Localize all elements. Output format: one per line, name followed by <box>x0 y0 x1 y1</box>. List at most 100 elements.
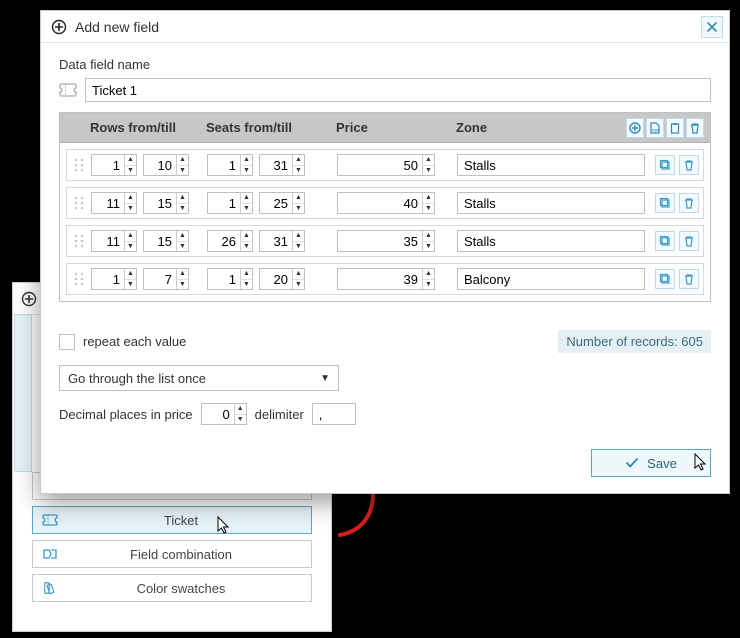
data-field-name-input[interactable] <box>85 78 711 102</box>
step-down[interactable]: ▼ <box>423 166 434 176</box>
step-down[interactable]: ▼ <box>177 204 188 214</box>
step-down[interactable]: ▼ <box>293 166 304 176</box>
delimiter-input[interactable] <box>312 403 356 425</box>
step-down[interactable]: ▼ <box>293 242 304 252</box>
row-from-stepper-input[interactable] <box>92 155 124 175</box>
step-down[interactable]: ▼ <box>241 204 252 214</box>
seat-till-stepper[interactable]: ▲▼ <box>259 268 305 290</box>
step-up[interactable]: ▲ <box>293 231 304 242</box>
delete-row-button[interactable] <box>679 269 699 289</box>
close-button[interactable] <box>701 16 723 38</box>
field-type-ticket[interactable]: Ticket <box>32 506 312 534</box>
step-down[interactable]: ▼ <box>423 204 434 214</box>
drag-handle-icon[interactable] <box>71 158 87 172</box>
seat-from-stepper-input[interactable] <box>208 231 240 251</box>
row-from-stepper[interactable]: ▲▼ <box>91 230 137 252</box>
delete-row-button[interactable] <box>679 193 699 213</box>
duplicate-row-button[interactable] <box>655 269 675 289</box>
row-till-stepper[interactable]: ▲▼ <box>143 230 189 252</box>
step-up[interactable]: ▲ <box>125 231 136 242</box>
step-down[interactable]: ▼ <box>125 280 136 290</box>
step-up[interactable]: ▲ <box>241 155 252 166</box>
step-up[interactable]: ▲ <box>177 155 188 166</box>
step-up[interactable]: ▲ <box>423 269 434 280</box>
step-up[interactable]: ▲ <box>423 155 434 166</box>
seat-from-stepper[interactable]: ▲▼ <box>207 230 253 252</box>
zone-input[interactable] <box>457 154 645 176</box>
price-stepper-input[interactable] <box>338 231 422 251</box>
decimal-places-stepper[interactable]: ▲▼ <box>201 403 247 425</box>
paste-button[interactable] <box>666 118 684 138</box>
zone-input[interactable] <box>457 230 645 252</box>
price-stepper-input[interactable] <box>338 269 422 289</box>
row-till-stepper-input[interactable] <box>144 155 176 175</box>
step-up[interactable]: ▲ <box>241 193 252 204</box>
step-up[interactable]: ▲ <box>177 231 188 242</box>
step-up[interactable]: ▲ <box>241 269 252 280</box>
field-type-color-swatches[interactable]: Color swatches <box>32 574 312 602</box>
step-up[interactable]: ▲ <box>423 231 434 242</box>
step-down[interactable]: ▼ <box>177 166 188 176</box>
drag-handle-icon[interactable] <box>71 272 87 286</box>
row-till-stepper-input[interactable] <box>144 269 176 289</box>
step-down[interactable]: ▼ <box>423 280 434 290</box>
duplicate-row-button[interactable] <box>655 231 675 251</box>
price-stepper-input[interactable] <box>338 155 422 175</box>
drag-handle-icon[interactable] <box>71 196 87 210</box>
price-stepper[interactable]: ▲▼ <box>337 268 435 290</box>
step-down[interactable]: ▼ <box>293 204 304 214</box>
step-up[interactable]: ▲ <box>177 193 188 204</box>
step-up[interactable]: ▲ <box>125 269 136 280</box>
seat-from-stepper[interactable]: ▲▼ <box>207 192 253 214</box>
delete-row-button[interactable] <box>679 155 699 175</box>
repeat-each-value-checkbox[interactable] <box>59 334 75 350</box>
iteration-mode-select[interactable]: Go through the list once ▼ <box>59 365 339 391</box>
step-down[interactable]: ▼ <box>125 166 136 176</box>
clear-all-button[interactable] <box>686 118 704 138</box>
row-from-stepper-input[interactable] <box>92 231 124 251</box>
step-up[interactable]: ▲ <box>125 193 136 204</box>
row-from-stepper-input[interactable] <box>92 269 124 289</box>
price-stepper[interactable]: ▲▼ <box>337 154 435 176</box>
seat-from-stepper-input[interactable] <box>208 155 240 175</box>
add-row-button[interactable] <box>626 118 644 138</box>
drag-handle-icon[interactable] <box>71 234 87 248</box>
save-button[interactable]: Save <box>591 449 711 477</box>
field-type-field-combination[interactable]: Field combination <box>32 540 312 568</box>
zone-input[interactable] <box>457 268 645 290</box>
row-from-stepper-input[interactable] <box>92 193 124 213</box>
step-down[interactable]: ▼ <box>125 204 136 214</box>
step-down[interactable]: ▼ <box>241 166 252 176</box>
seat-till-stepper-input[interactable] <box>260 155 292 175</box>
step-up[interactable]: ▲ <box>423 193 434 204</box>
step-up[interactable]: ▲ <box>293 155 304 166</box>
row-from-stepper[interactable]: ▲▼ <box>91 268 137 290</box>
step-down[interactable]: ▼ <box>241 280 252 290</box>
price-stepper[interactable]: ▲▼ <box>337 230 435 252</box>
row-till-stepper[interactable]: ▲▼ <box>143 192 189 214</box>
seat-from-stepper[interactable]: ▲▼ <box>207 268 253 290</box>
decimal-places-input[interactable] <box>202 404 234 424</box>
seat-till-stepper[interactable]: ▲▼ <box>259 230 305 252</box>
delete-row-button[interactable] <box>679 231 699 251</box>
seat-till-stepper[interactable]: ▲▼ <box>259 154 305 176</box>
row-from-stepper[interactable]: ▲▼ <box>91 154 137 176</box>
seat-till-stepper[interactable]: ▲▼ <box>259 192 305 214</box>
seat-from-stepper[interactable]: ▲▼ <box>207 154 253 176</box>
step-down[interactable]: ▼ <box>423 242 434 252</box>
price-stepper-input[interactable] <box>338 193 422 213</box>
step-up[interactable]: ▲ <box>241 231 252 242</box>
row-from-stepper[interactable]: ▲▼ <box>91 192 137 214</box>
step-down[interactable]: ▼ <box>177 280 188 290</box>
duplicate-row-button[interactable] <box>655 193 675 213</box>
seat-till-stepper-input[interactable] <box>260 231 292 251</box>
step-up[interactable]: ▲ <box>293 269 304 280</box>
row-till-stepper[interactable]: ▲▼ <box>143 268 189 290</box>
step-up[interactable]: ▲ <box>177 269 188 280</box>
step-down[interactable]: ▼ <box>125 242 136 252</box>
seat-from-stepper-input[interactable] <box>208 269 240 289</box>
seat-from-stepper-input[interactable] <box>208 193 240 213</box>
seat-till-stepper-input[interactable] <box>260 269 292 289</box>
import-csv-button[interactable]: csv <box>646 118 664 138</box>
row-till-stepper[interactable]: ▲▼ <box>143 154 189 176</box>
